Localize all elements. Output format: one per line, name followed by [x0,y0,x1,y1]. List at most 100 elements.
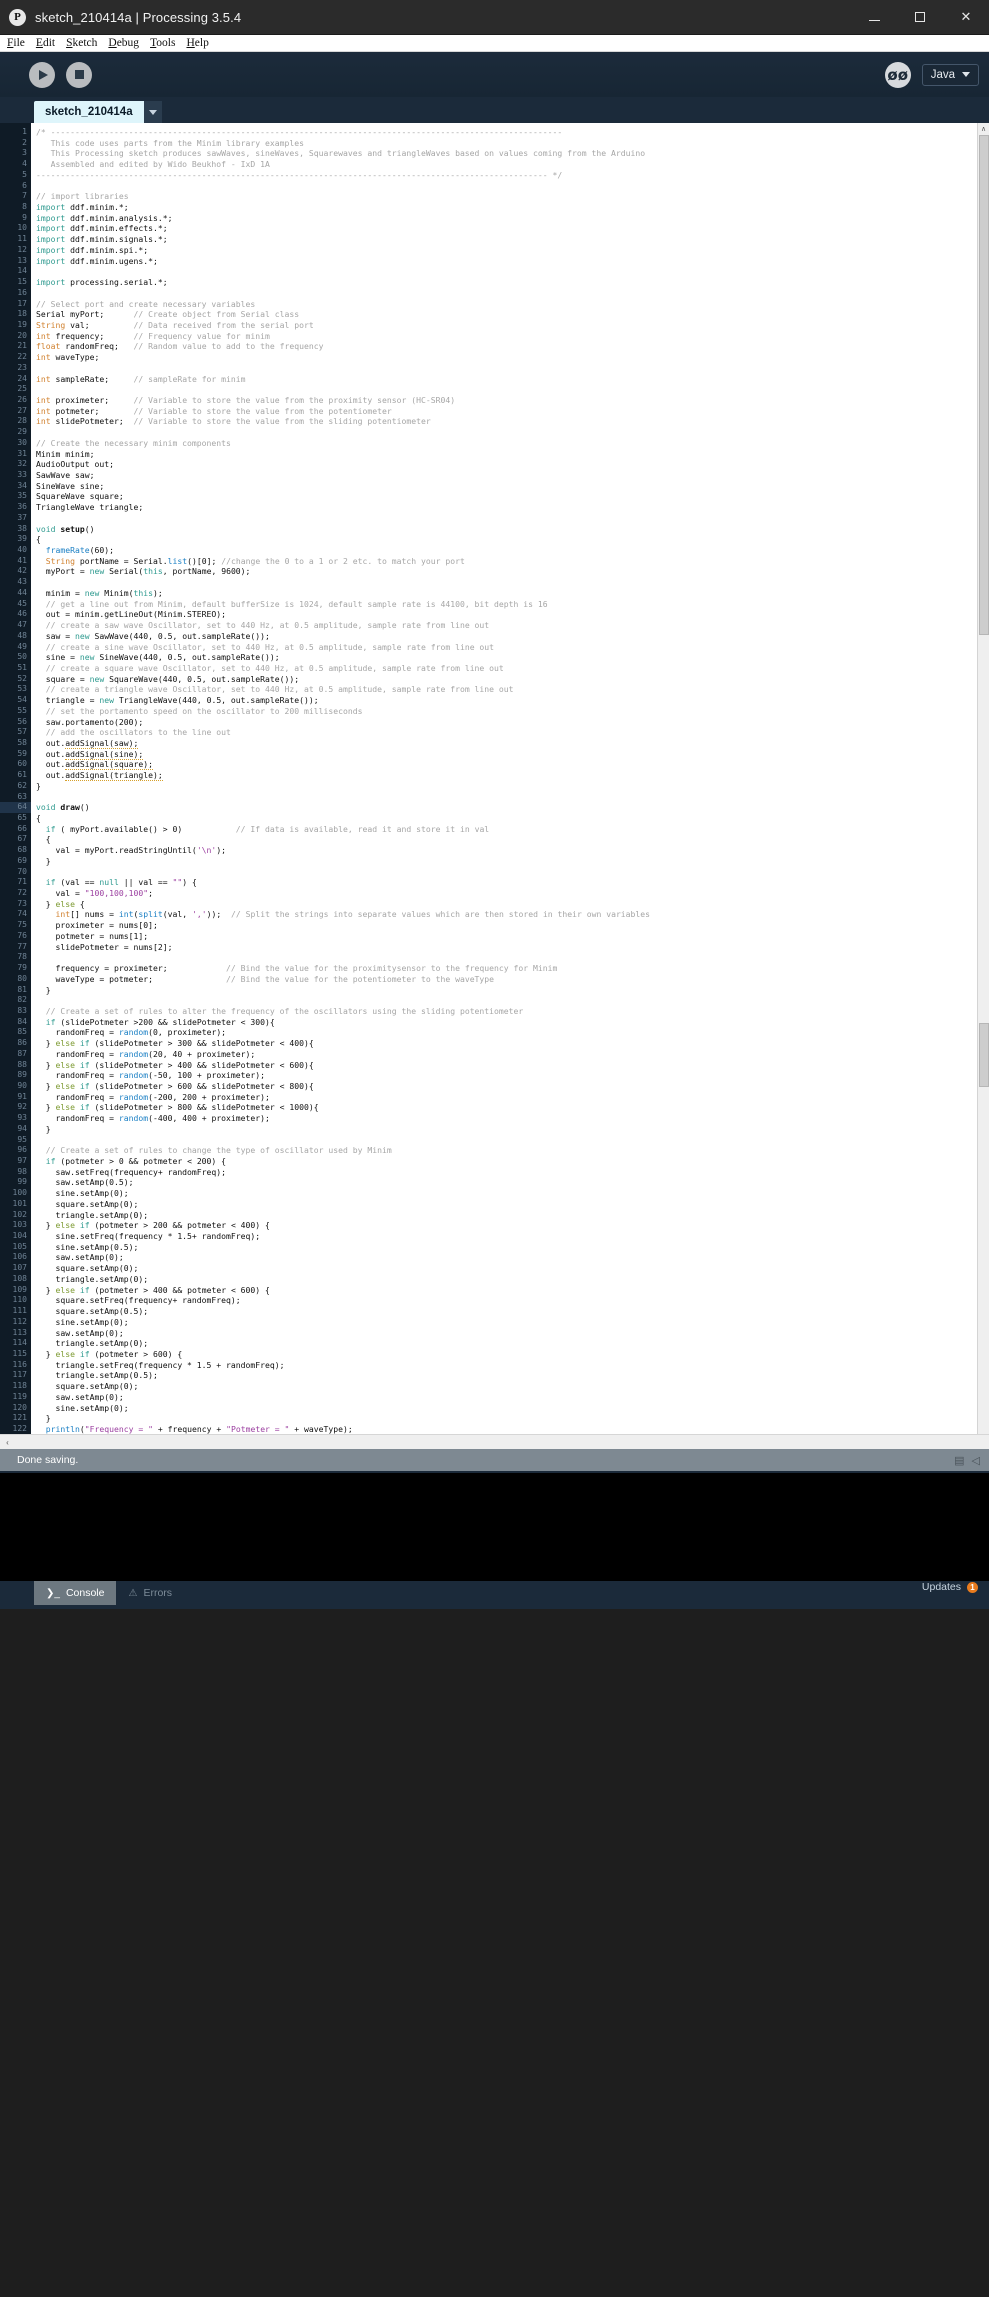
code-line[interactable]: AudioOutput out; [31,459,989,470]
code-line[interactable]: randomFreq = random(-200, 200 + proximet… [31,1092,989,1103]
code-line[interactable]: int[] nums = int(split(val, ',')); // Sp… [31,909,989,920]
line-number[interactable]: 59 [0,749,31,760]
code-line[interactable]: val = "100,100,100"; [31,888,989,899]
code-line[interactable]: // Select port and create necessary vari… [31,299,989,310]
code-line[interactable]: saw.setAmp(0); [31,1252,989,1263]
menu-file[interactable]: File [7,37,25,49]
code-line[interactable]: import ddf.minim.ugens.*; [31,256,989,267]
line-number[interactable]: 31 [0,449,31,460]
code-line[interactable]: val = myPort.readStringUntil('\n'); [31,845,989,856]
line-number[interactable]: 41 [0,556,31,567]
code-line[interactable]: int frequency; // Frequency value for mi… [31,331,989,342]
tab-errors[interactable]: ⚠ Errors [116,1581,184,1605]
code-line[interactable]: sine.setAmp(0); [31,1317,989,1328]
line-number[interactable]: 29 [0,427,31,438]
line-number[interactable]: 9 [0,213,31,224]
code-line[interactable]: randomFreq = random(-400, 400 + proximet… [31,1113,989,1124]
line-number[interactable]: 67 [0,834,31,845]
code-line[interactable]: /* -------------------------------------… [31,127,989,138]
line-number[interactable]: 33 [0,470,31,481]
menu-sketch[interactable]: Sketch [66,37,97,49]
keyboard-icon[interactable]: ▤ [954,1454,964,1467]
line-number[interactable]: 7 [0,191,31,202]
code-line[interactable]: // create a triangle wave Oscillator, se… [31,684,989,695]
line-number[interactable]: 120 [0,1403,31,1414]
line-number[interactable]: 37 [0,513,31,524]
code-line[interactable]: } else if (potmeter > 400 && potmeter < … [31,1285,989,1296]
line-number[interactable]: 73 [0,899,31,910]
code-line[interactable] [31,288,989,299]
line-number[interactable]: 5 [0,170,31,181]
line-number[interactable]: 45 [0,599,31,610]
code-line[interactable] [31,792,989,803]
code-line[interactable]: { [31,813,989,824]
code-line[interactable]: // add the oscillators to the line out [31,727,989,738]
line-number[interactable]: 52 [0,674,31,685]
code-line[interactable]: } else { [31,899,989,910]
line-number[interactable]: 63 [0,792,31,803]
line-number[interactable]: 104 [0,1231,31,1242]
code-line[interactable]: triangle.setAmp(0); [31,1210,989,1221]
line-number[interactable]: 44 [0,588,31,599]
code-line[interactable]: sine = new SineWave(440, 0.5, out.sample… [31,652,989,663]
code-line[interactable]: saw.setFreq(frequency+ randomFreq); [31,1167,989,1178]
code-line[interactable]: out.addSignal(sine); [31,748,989,760]
code-line[interactable]: Assembled and edited by Wido Beukhof - I… [31,159,989,170]
code-line[interactable]: ----------------------------------------… [31,170,989,181]
line-number[interactable]: 68 [0,845,31,856]
line-number[interactable]: 16 [0,288,31,299]
line-number[interactable]: 107 [0,1263,31,1274]
code-line[interactable]: { [31,534,989,545]
line-number[interactable]: 110 [0,1295,31,1306]
tab-console[interactable]: ❯_ Console [34,1581,117,1605]
code-line[interactable]: void setup() [31,524,989,535]
line-number[interactable]: 36 [0,502,31,513]
line-number[interactable]: 28 [0,416,31,427]
line-number[interactable]: 20 [0,331,31,342]
code-line[interactable]: float randomFreq; // Random value to add… [31,341,989,352]
code-line[interactable]: // Create a set of rules to change the t… [31,1145,989,1156]
code-line[interactable]: SawWave saw; [31,470,989,481]
code-line[interactable]: int proximeter; // Variable to store the… [31,395,989,406]
line-number[interactable]: 43 [0,577,31,588]
code-line[interactable]: import ddf.minim.effects.*; [31,223,989,234]
scroll-left-arrow-icon[interactable]: ‹ [0,1438,15,1447]
code-line[interactable]: potmeter = nums[1]; [31,931,989,942]
line-number[interactable]: 48 [0,631,31,642]
line-number[interactable]: 82 [0,995,31,1006]
code-line[interactable] [31,181,989,192]
code-line[interactable]: square.setAmp(0.5); [31,1306,989,1317]
code-line[interactable] [31,363,989,374]
line-number[interactable]: 101 [0,1199,31,1210]
scroll-up-arrow-icon[interactable]: ∧ [978,123,989,135]
code-line[interactable]: if (potmeter > 0 && potmeter < 200) { [31,1156,989,1167]
code-line[interactable]: triangle.setFreq(frequency * 1.5 + rando… [31,1360,989,1371]
line-number[interactable]: 21 [0,341,31,352]
line-number[interactable]: 51 [0,663,31,674]
code-line[interactable]: SineWave sine; [31,481,989,492]
code-line[interactable] [31,577,989,588]
code-line[interactable] [31,1135,989,1146]
scrollbar-thumb[interactable] [979,135,989,635]
code-line[interactable]: // create a square wave Oscillator, set … [31,663,989,674]
code-line[interactable]: square.setAmp(0); [31,1199,989,1210]
line-number[interactable]: 94 [0,1124,31,1135]
code-line[interactable]: sine.setAmp(0); [31,1403,989,1414]
code-line[interactable]: } else if (potmeter > 200 && potmeter < … [31,1220,989,1231]
line-number[interactable]: 2 [0,138,31,149]
code-line[interactable]: } else if (slidePotmeter > 800 && slideP… [31,1102,989,1113]
code-line[interactable]: triangle.setAmp(0.5); [31,1370,989,1381]
code-line[interactable] [31,995,989,1006]
line-number[interactable]: 62 [0,781,31,792]
code-line[interactable]: import ddf.minim.spi.*; [31,245,989,256]
line-number[interactable]: 35 [0,491,31,502]
line-number[interactable]: 109 [0,1285,31,1296]
line-number[interactable]: 95 [0,1135,31,1146]
code-line[interactable]: } else if (slidePotmeter > 300 && slideP… [31,1038,989,1049]
line-number[interactable]: 121 [0,1413,31,1424]
collapse-icon[interactable]: ◁ [972,1454,980,1467]
line-number[interactable]: 102 [0,1210,31,1221]
code-line[interactable]: if (val == null || val == "") { [31,877,989,888]
line-number[interactable]: 38 [0,524,31,535]
line-number[interactable]: 118 [0,1381,31,1392]
